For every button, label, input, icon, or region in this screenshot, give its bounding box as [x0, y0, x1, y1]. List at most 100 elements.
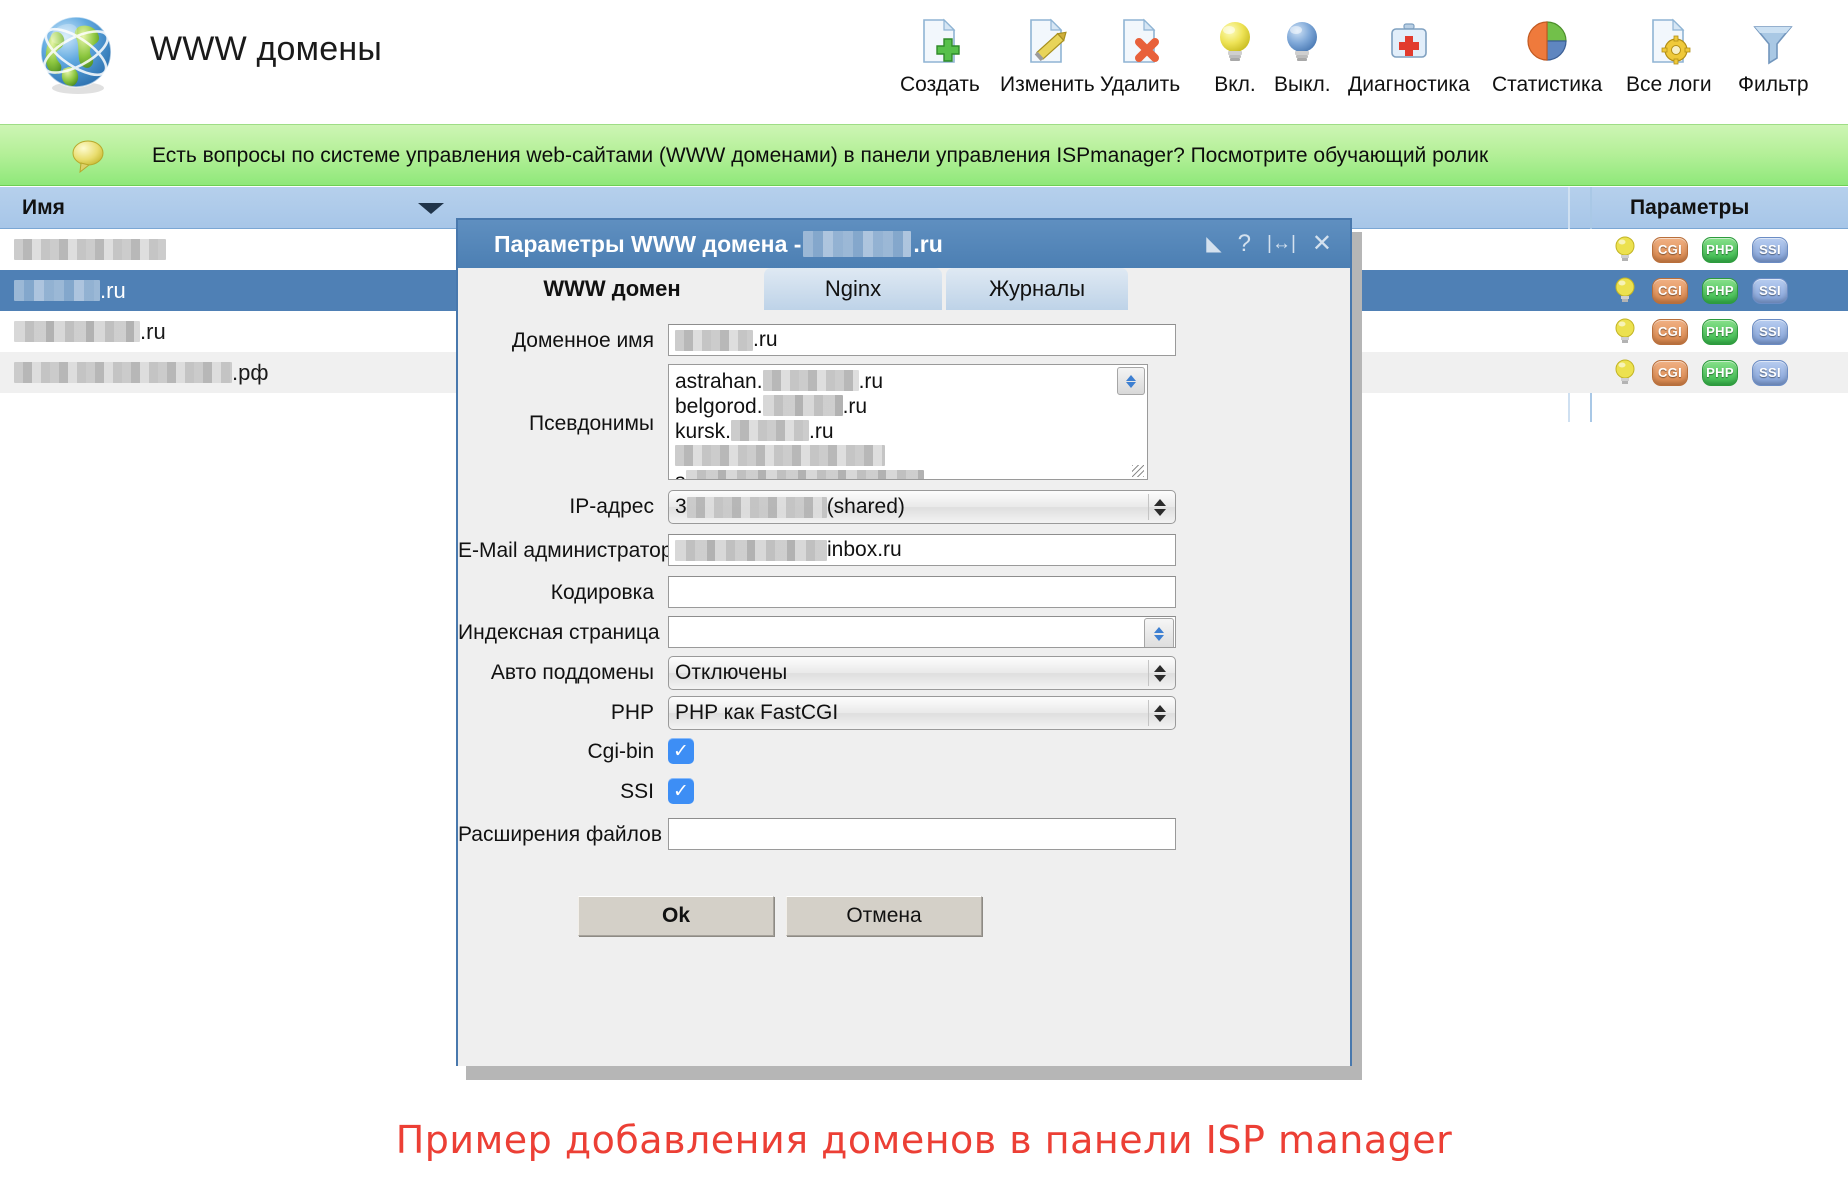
help-icon[interactable]: ?	[1238, 232, 1251, 256]
badge-cgi: CGI	[1652, 360, 1688, 386]
page-title: WWW домены	[150, 30, 382, 69]
badge-php: PHP	[1702, 360, 1738, 386]
label-index-page: Индексная страница	[458, 621, 654, 645]
dialog-tabs: WWW домен Nginx Журналы	[458, 268, 1350, 310]
cell-domain-name	[14, 229, 166, 270]
toolbar-button-enable[interactable]: Вкл.	[1208, 14, 1262, 98]
cell-params: CGI PHP SSI	[1612, 229, 1788, 270]
redacted-text	[675, 330, 753, 351]
speech-bubble-icon	[70, 139, 106, 173]
field-ip-address: IP-адрес 3 (shared)	[458, 490, 1350, 524]
label-cgi-bin: Cgi-bin	[458, 740, 654, 764]
tab-www-domain[interactable]: WWW домен	[464, 268, 760, 310]
field-index-page: Индексная страница	[458, 616, 1350, 648]
redacted-text	[14, 239, 166, 260]
input-index-page[interactable]	[668, 616, 1176, 648]
badge-ssi: SSI	[1752, 237, 1788, 263]
resize-grip-icon[interactable]	[1132, 465, 1144, 477]
badge-cgi: CGI	[1652, 278, 1688, 304]
document-add-icon	[913, 14, 967, 68]
first-aid-kit-icon	[1382, 14, 1436, 68]
toolbar-label: Статистика	[1492, 72, 1602, 98]
close-icon[interactable]: ✕	[1312, 232, 1332, 256]
label-encoding: Кодировка	[458, 581, 654, 605]
redacted-text	[675, 540, 827, 561]
index-page-spinner-button[interactable]	[1144, 618, 1174, 648]
cancel-button[interactable]: Отмена	[786, 896, 982, 936]
pin-icon[interactable]: ◣	[1206, 232, 1221, 256]
check-icon: ✓	[673, 742, 689, 761]
chevron-updown-icon[interactable]	[1148, 660, 1171, 686]
figure-caption: Пример добавления доменов в панели ISP m…	[0, 1118, 1848, 1162]
sort-descending-icon[interactable]	[418, 203, 444, 214]
ok-button[interactable]: Ok	[578, 896, 774, 936]
column-header-name[interactable]: Имя	[22, 187, 65, 229]
redacted-text	[686, 470, 924, 480]
input-admin-email[interactable]: inbox.ru	[668, 534, 1176, 566]
lightbulb-on-icon[interactable]	[1612, 358, 1638, 388]
globe-icon	[34, 12, 120, 98]
select-php[interactable]: PHP как FastCGI	[668, 696, 1176, 730]
checkbox-ssi[interactable]: ✓	[668, 778, 694, 804]
toolbar-button-filter[interactable]: Фильтр	[1738, 14, 1809, 98]
chevron-updown-icon[interactable]	[1148, 494, 1171, 520]
tab-logs[interactable]: Журналы	[946, 268, 1128, 310]
toolbar-button-disable[interactable]: Выкл.	[1274, 14, 1331, 98]
dialog-title-bar[interactable]: Параметры WWW домена - .ru ◣ ? |↔| ✕	[458, 220, 1350, 268]
cell-params: CGI PHP SSI	[1612, 311, 1788, 352]
tab-nginx[interactable]: Nginx	[764, 268, 942, 310]
label-aliases: Псевдонимы	[458, 412, 654, 436]
input-ssi-extensions[interactable]	[668, 818, 1176, 850]
cell-domain-name: .рф	[14, 352, 268, 393]
resize-icon[interactable]: |↔|	[1267, 232, 1296, 256]
aliases-spinner-button[interactable]	[1117, 367, 1145, 395]
redacted-text	[687, 497, 827, 518]
label-admin-email: E-Mail администратора	[458, 539, 654, 563]
checkbox-cgi-bin[interactable]: ✓	[668, 738, 694, 764]
domain-settings-dialog: Параметры WWW домена - .ru ◣ ? |↔| ✕ WWW…	[456, 218, 1352, 1066]
cell-params: CGI PHP SSI	[1612, 270, 1788, 311]
toolbar-label: Изменить	[1000, 72, 1095, 98]
field-cgi-bin: Cgi-bin ✓	[458, 738, 1350, 766]
lightbulb-on-icon	[1208, 14, 1262, 68]
lightbulb-on-icon[interactable]	[1612, 276, 1638, 306]
badge-php: PHP	[1702, 237, 1738, 263]
select-ip-address[interactable]: 3 (shared)	[668, 490, 1176, 524]
label-ssi-extensions: Расширения файлов SSI	[458, 823, 654, 847]
label-ip-address: IP-адрес	[458, 495, 654, 519]
toolbar-button-create[interactable]: Создать	[900, 14, 980, 98]
info-banner[interactable]: Есть вопросы по системе управления web-с…	[0, 124, 1848, 186]
field-aliases: Псевдонимы astrahan..ru belgorod..ru kur…	[458, 364, 1350, 480]
dialog-title: Параметры WWW домена - .ru	[494, 220, 943, 268]
cell-params: CGI PHP SSI	[1612, 352, 1788, 393]
toolbar-button-delete[interactable]: Удалить	[1100, 14, 1180, 98]
alias-line	[675, 444, 1141, 469]
lightbulb-on-icon[interactable]	[1612, 235, 1638, 265]
document-gear-icon	[1642, 14, 1696, 68]
chevron-updown-icon[interactable]	[1148, 700, 1171, 726]
toolbar-button-edit[interactable]: Изменить	[1000, 14, 1095, 98]
lightbulb-off-icon	[1275, 14, 1329, 68]
toolbar-label: Вкл.	[1214, 72, 1256, 98]
toolbar-button-all-logs[interactable]: Все логи	[1626, 14, 1712, 98]
textarea-aliases[interactable]: astrahan..ru belgorod..ru kursk..ru s	[668, 364, 1148, 480]
label-ssi: SSI	[458, 780, 654, 804]
redacted-text	[763, 395, 843, 416]
label-php: PHP	[458, 701, 654, 725]
info-banner-text: Есть вопросы по системе управления web-с…	[152, 125, 1488, 187]
document-delete-icon	[1113, 14, 1167, 68]
toolbar-button-statistics[interactable]: Статистика	[1492, 14, 1602, 98]
redacted-text	[675, 445, 885, 466]
select-auto-subdomains[interactable]: Отключены	[668, 656, 1176, 690]
label-auto-subdomains: Авто поддомены	[458, 661, 654, 685]
toolbar-label: Создать	[900, 72, 980, 98]
redacted-text	[14, 280, 100, 301]
lightbulb-on-icon[interactable]	[1612, 317, 1638, 347]
input-encoding[interactable]	[668, 576, 1176, 608]
input-domain-name[interactable]: .ru	[668, 324, 1176, 356]
toolbar-label: Удалить	[1100, 72, 1180, 98]
field-domain-name: Доменное имя .ru	[458, 324, 1350, 356]
toolbar-button-diagnostics[interactable]: Диагностика	[1348, 14, 1470, 98]
column-header-params[interactable]: Параметры	[1630, 187, 1749, 229]
redacted-text	[14, 321, 140, 342]
